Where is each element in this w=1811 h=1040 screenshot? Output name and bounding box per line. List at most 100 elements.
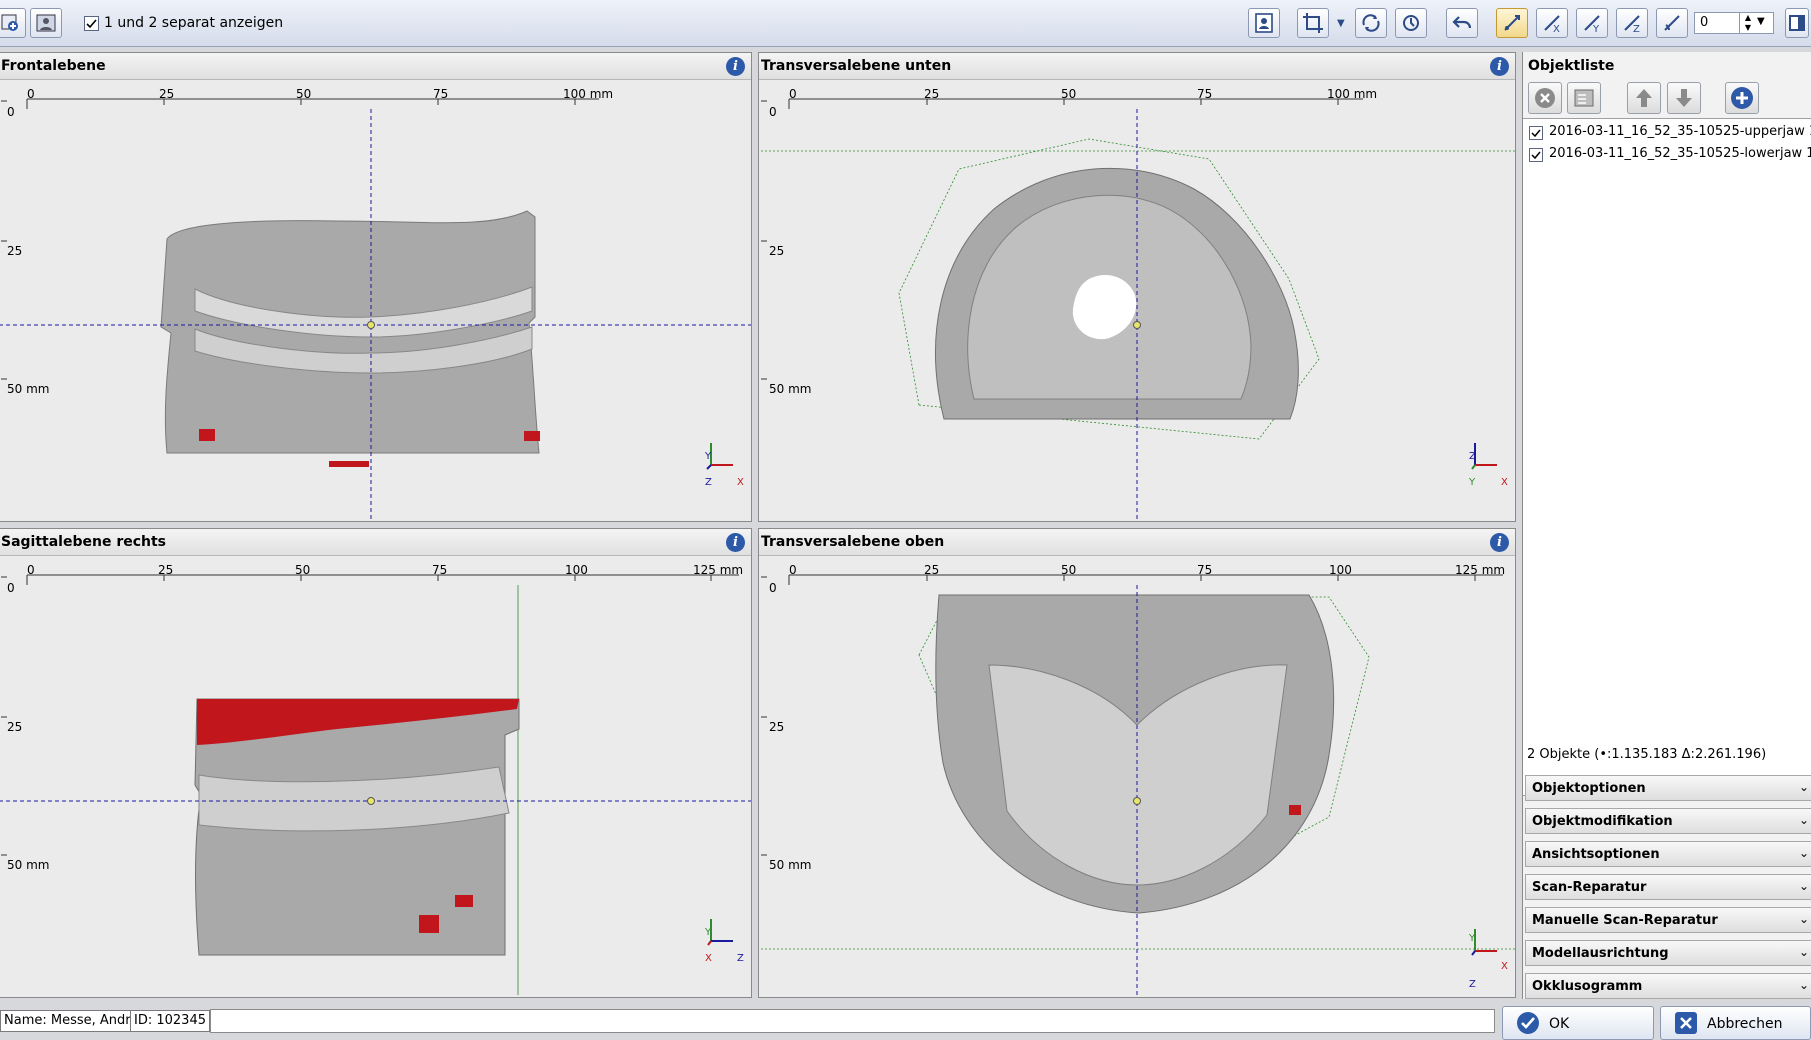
viewport-transversal-bottom[interactable]: Transversalebene unten i 0 25 50 75 100 … bbox=[758, 52, 1516, 522]
arrow-up-icon bbox=[1636, 89, 1652, 107]
undo-button[interactable] bbox=[1446, 8, 1478, 38]
viewport-title: Transversalebene oben bbox=[761, 534, 945, 550]
object-visible-checkbox[interactable] bbox=[1529, 126, 1543, 140]
align-x-button[interactable]: X bbox=[1536, 8, 1568, 38]
align-z-button[interactable]: Z bbox=[1616, 8, 1648, 38]
rotate-icon bbox=[1403, 15, 1419, 31]
viewport-title: Transversalebene unten bbox=[761, 58, 952, 74]
info-icon[interactable]: i bbox=[726, 57, 745, 76]
check-icon bbox=[86, 19, 97, 29]
align-free-icon bbox=[1504, 15, 1520, 31]
crop-dropdown-icon[interactable]: ▼ bbox=[1337, 18, 1345, 29]
section-objektmodifikation[interactable]: Objektmodifikation ⌄ bbox=[1525, 808, 1811, 834]
align-y-icon: Y bbox=[1584, 15, 1600, 34]
rotate-button[interactable] bbox=[1395, 8, 1427, 38]
object-visible-checkbox[interactable] bbox=[1529, 148, 1543, 162]
viewport-title: Frontalebene bbox=[1, 58, 106, 74]
close-icon bbox=[1675, 1012, 1697, 1034]
main-toolbar: 1 und 2 separat anzeigen ▼ X Y Z 0 ▲ ▼ ▼ bbox=[0, 0, 1811, 47]
crosshair-center[interactable] bbox=[1133, 321, 1141, 329]
properties-icon bbox=[1574, 89, 1594, 107]
align-angle-button[interactable] bbox=[1656, 8, 1688, 38]
info-icon[interactable]: i bbox=[1490, 533, 1509, 552]
object-properties-button[interactable] bbox=[1567, 82, 1601, 114]
add-object-list-button[interactable] bbox=[1725, 82, 1759, 114]
align-free-button[interactable] bbox=[1496, 8, 1528, 38]
patient-name: Name: Messe, Andre bbox=[0, 1010, 143, 1032]
close-circle-icon bbox=[1535, 88, 1555, 108]
viewport-frontal[interactable]: Frontalebene i 0 25 50 75 100 mm 0 25 50… bbox=[0, 52, 752, 522]
align-y-button[interactable]: Y bbox=[1576, 8, 1608, 38]
viewport-title: Sagittalebene rechts bbox=[1, 534, 167, 550]
chevron-down-icon: ⌄ bbox=[1798, 978, 1809, 992]
axis-label: Z bbox=[1469, 451, 1476, 462]
axis-label: X bbox=[705, 953, 712, 964]
object-panel: Objektliste 2016-03-11_16_52_35-10525-up… bbox=[1522, 52, 1811, 999]
viewport-sagittal[interactable]: Sagittalebene rechts i 0 25 50 75 100 12… bbox=[0, 528, 752, 998]
section-modellausrichtung[interactable]: Modellausrichtung ⌄ bbox=[1525, 940, 1811, 966]
status-field bbox=[210, 1009, 1495, 1033]
ok-button[interactable]: OK bbox=[1502, 1006, 1654, 1040]
section-scan-reparatur[interactable]: Scan-Reparatur ⌄ bbox=[1525, 874, 1811, 900]
viewport-header: Frontalebene i bbox=[0, 53, 751, 80]
crop-button[interactable] bbox=[1297, 8, 1329, 38]
trans-top-3d-scene[interactable] bbox=[759, 555, 1515, 997]
spin-arrows-icon[interactable]: ▲ ▼ bbox=[1739, 13, 1756, 33]
axis-label: X bbox=[737, 477, 744, 488]
section-title: Modellausrichtung bbox=[1532, 946, 1669, 961]
axis-label: X bbox=[1501, 477, 1508, 488]
section-title: Objektoptionen bbox=[1532, 781, 1646, 796]
panel-toggle-button[interactable] bbox=[1785, 8, 1809, 38]
portrait-icon bbox=[1255, 13, 1273, 33]
patient-button[interactable] bbox=[30, 8, 62, 38]
axis-gizmo bbox=[707, 919, 733, 946]
arrow-down-icon bbox=[1676, 89, 1692, 107]
object-list: 2016-03-11_16_52_35-10525-upperjaw 1 201… bbox=[1523, 118, 1811, 796]
cancel-button[interactable]: Abbrechen bbox=[1660, 1006, 1811, 1040]
axis-gizmo bbox=[1471, 929, 1497, 956]
align-angle-icon bbox=[1664, 15, 1680, 31]
step-value-spinbox[interactable]: 0 ▲ ▼ ▼ bbox=[1694, 12, 1774, 34]
check-circle-icon bbox=[1517, 1012, 1539, 1034]
section-title: Okklusogramm bbox=[1532, 979, 1643, 994]
front-3d-scene[interactable] bbox=[0, 79, 751, 521]
crop-icon bbox=[1303, 13, 1323, 33]
axis-label: Z bbox=[705, 477, 712, 488]
step-value: 0 bbox=[1700, 15, 1709, 30]
axis-label: Y bbox=[1469, 933, 1476, 944]
delete-object-button[interactable] bbox=[1528, 82, 1562, 114]
status-bar: Name: Messe, Andre ID: 102345 OK Abbrech… bbox=[0, 1003, 1811, 1040]
separate-view-label: 1 und 2 separat anzeigen bbox=[104, 15, 284, 31]
section-manuelle-scan-reparatur[interactable]: Manuelle Scan-Reparatur ⌄ bbox=[1525, 907, 1811, 933]
section-okklusogramm[interactable]: Okklusogramm ⌄ bbox=[1525, 973, 1811, 999]
section-ansichtsoptionen[interactable]: Ansichtsoptionen ⌄ bbox=[1525, 841, 1811, 867]
axis-label: X bbox=[1501, 961, 1508, 972]
move-up-button[interactable] bbox=[1627, 82, 1661, 114]
spin-dropdown-icon[interactable]: ▼ bbox=[1757, 16, 1765, 27]
section-title: Scan-Reparatur bbox=[1532, 880, 1647, 895]
viewport-transversal-top[interactable]: Transversalebene oben i 0 25 50 75 100 1… bbox=[758, 528, 1516, 998]
axis-label: Y bbox=[705, 927, 712, 938]
crosshair-center[interactable] bbox=[1133, 797, 1141, 805]
object-panel-title: Objektliste bbox=[1528, 58, 1615, 74]
patient-id: ID: 102345 bbox=[130, 1010, 210, 1032]
move-down-button[interactable] bbox=[1667, 82, 1701, 114]
info-icon[interactable]: i bbox=[726, 533, 745, 552]
sagittal-3d-scene[interactable] bbox=[0, 555, 751, 997]
add-object-button[interactable] bbox=[0, 8, 26, 38]
section-objektoptionen[interactable]: Objektoptionen ⌄ bbox=[1525, 775, 1811, 801]
object-count: 2 Objekte (•:1.135.183 Δ:2.261.196) bbox=[1527, 747, 1767, 762]
undo-icon bbox=[1452, 16, 1472, 29]
trans-bottom-3d-scene[interactable] bbox=[759, 79, 1515, 521]
flip-button[interactable] bbox=[1355, 8, 1387, 38]
info-icon[interactable]: i bbox=[1490, 57, 1509, 76]
screenshot-button[interactable] bbox=[1248, 8, 1280, 38]
crosshair-center[interactable] bbox=[367, 797, 375, 805]
viewport-header: Transversalebene oben i bbox=[759, 529, 1515, 556]
separate-view-checkbox[interactable] bbox=[84, 16, 99, 31]
chevron-down-icon: ⌄ bbox=[1798, 879, 1809, 893]
section-title: Objektmodifikation bbox=[1532, 814, 1673, 829]
crosshair-center[interactable] bbox=[367, 321, 375, 329]
ok-label: OK bbox=[1549, 1016, 1570, 1032]
chevron-down-icon: ⌄ bbox=[1798, 780, 1809, 794]
